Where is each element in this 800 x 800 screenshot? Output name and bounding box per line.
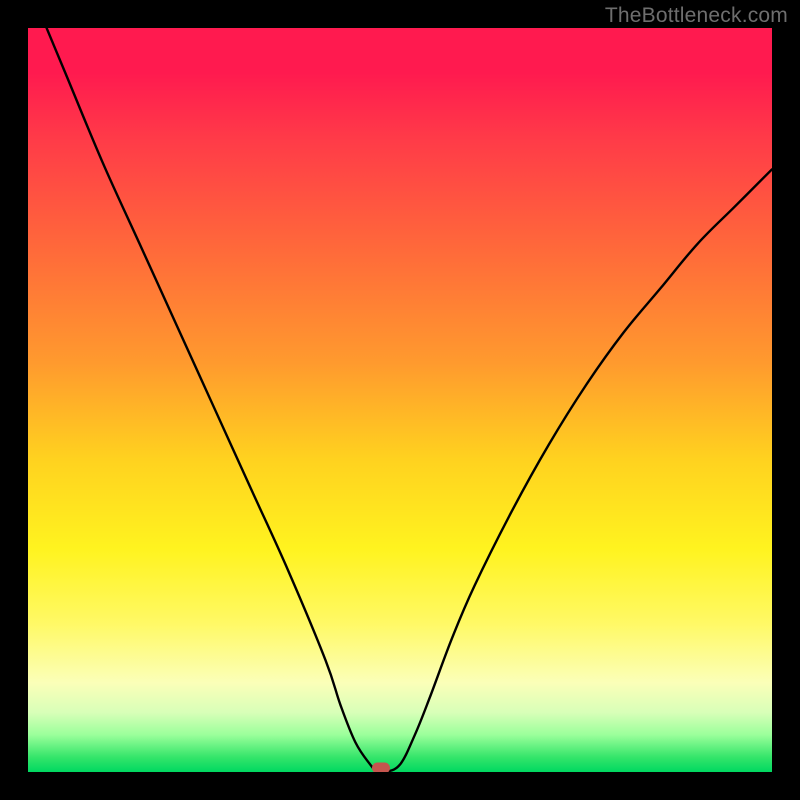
optimal-marker [372, 763, 390, 773]
watermark-text: TheBottleneck.com [605, 4, 788, 28]
curve-svg [28, 28, 772, 772]
chart-frame: TheBottleneck.com [0, 0, 800, 800]
bottleneck-curve [28, 28, 772, 772]
plot-area [28, 28, 772, 772]
